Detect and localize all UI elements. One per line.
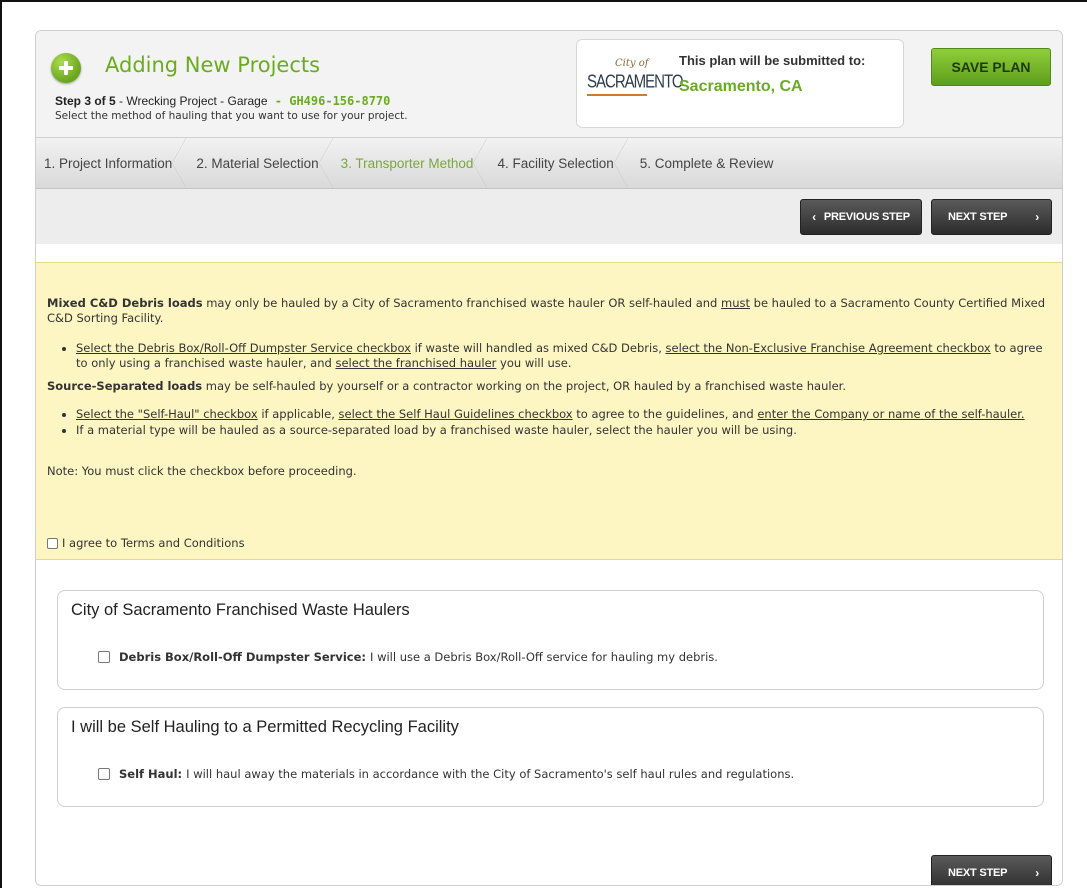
tab-transporter-method[interactable]: 3. Transporter Method [329, 138, 488, 188]
submission-label: This plan will be submitted to: [679, 53, 866, 68]
franchised-hauler-link[interactable]: select the franchised hauler [335, 356, 496, 370]
next-step-button[interactable]: NEXT STEP › [931, 199, 1052, 235]
save-plan-button[interactable]: SAVE PLAN [931, 48, 1051, 86]
chevron-right-icon: › [1035, 866, 1039, 880]
panel-title: City of Sacramento Franchised Waste Haul… [71, 601, 410, 619]
debris-box-checkbox[interactable] [98, 651, 110, 663]
project-id: GH496-156-8770 [289, 94, 391, 108]
self-haul-option: Self Haul: I will haul away the material… [98, 767, 794, 781]
self-haul-guidelines-link[interactable]: select the Self Haul Guidelines checkbox [339, 407, 573, 421]
step-separator: - [115, 94, 127, 108]
chevron-right-icon: › [1035, 210, 1039, 224]
mixed-debris-paragraph: Mixed C&D Debris loads may only be haule… [47, 296, 1046, 325]
terms-checkbox[interactable] [47, 537, 58, 549]
step-tabs: 1. Project Information 2. Material Selec… [36, 137, 1062, 189]
tab-project-information[interactable]: 1. Project Information [36, 138, 187, 188]
submission-city: Sacramento, CA [679, 78, 803, 95]
panel-title: I will be Self Hauling to a Permitted Re… [71, 718, 459, 736]
previous-step-button[interactable]: ‹ PREVIOUS STEP [800, 199, 922, 235]
page-title: Adding New Projects [105, 53, 321, 77]
checkbox-note: Note: You must click the checkbox before… [47, 464, 357, 478]
list-item: Select the "Self-Haul" checkbox if appli… [76, 407, 1046, 422]
terms-label: I agree to Terms and Conditions [62, 536, 245, 550]
debris-box-option: Debris Box/Roll-Off Dumpster Service: I … [98, 650, 718, 664]
tab-complete-review[interactable]: 5. Complete & Review [624, 138, 784, 188]
self-haul-link[interactable]: Select the "Self-Haul" checkbox [76, 407, 258, 421]
chevron-left-icon: ‹ [812, 210, 816, 224]
debris-box-link[interactable]: Select the Debris Box/Roll-Off Dumpster … [76, 341, 411, 355]
mixed-debris-list: Select the Debris Box/Roll-Off Dumpster … [76, 341, 1046, 372]
self-hauling-panel: I will be Self Hauling to a Permitted Re… [57, 707, 1044, 807]
source-separated-paragraph: Source-Separated loads may be self-haule… [47, 379, 846, 393]
source-separated-list: Select the "Self-Haul" checkbox if appli… [76, 407, 1046, 439]
add-project-icon [51, 53, 81, 83]
hauling-instructions-notice: Mixed C&D Debris loads may only be haule… [36, 262, 1062, 560]
tab-facility-selection[interactable]: 4. Facility Selection [483, 138, 629, 188]
project-label: Wrecking Project - Garage [126, 94, 268, 108]
step-description: Select the method of hauling that you wa… [55, 110, 408, 122]
self-haul-checkbox[interactable] [98, 768, 110, 780]
city-of-sacramento-logo: City of SACRAMENTO [587, 58, 684, 110]
tab-material-selection[interactable]: 2. Material Selection [182, 138, 333, 188]
wizard-card: Adding New Projects Step 3 of 5 - Wrecki… [35, 30, 1063, 886]
list-item: If a material type will be hauled as a s… [76, 423, 1046, 438]
franchise-agreement-link[interactable]: select the Non-Exclusive Franchise Agree… [666, 341, 991, 355]
window-frame-top [0, 0, 1087, 2]
window-frame-left [0, 0, 2, 888]
franchised-haulers-panel: City of Sacramento Franchised Waste Haul… [57, 590, 1044, 690]
submission-info-box: City of SACRAMENTO This plan will be sub… [576, 39, 904, 128]
list-item: Select the Debris Box/Roll-Off Dumpster … [76, 341, 1046, 371]
step-info: Step 3 of 5 - Wrecking Project - Garage … [55, 94, 390, 108]
self-hauler-name-link[interactable]: enter the Company or name of the self-ha… [757, 407, 1024, 421]
wizard-header: Adding New Projects Step 3 of 5 - Wrecki… [36, 31, 1062, 137]
step-label: Step 3 of 5 [55, 94, 116, 108]
next-step-button-bottom[interactable]: NEXT STEP › [931, 855, 1052, 885]
id-separator: - [267, 94, 290, 108]
terms-agreement: I agree to Terms and Conditions [47, 536, 245, 551]
